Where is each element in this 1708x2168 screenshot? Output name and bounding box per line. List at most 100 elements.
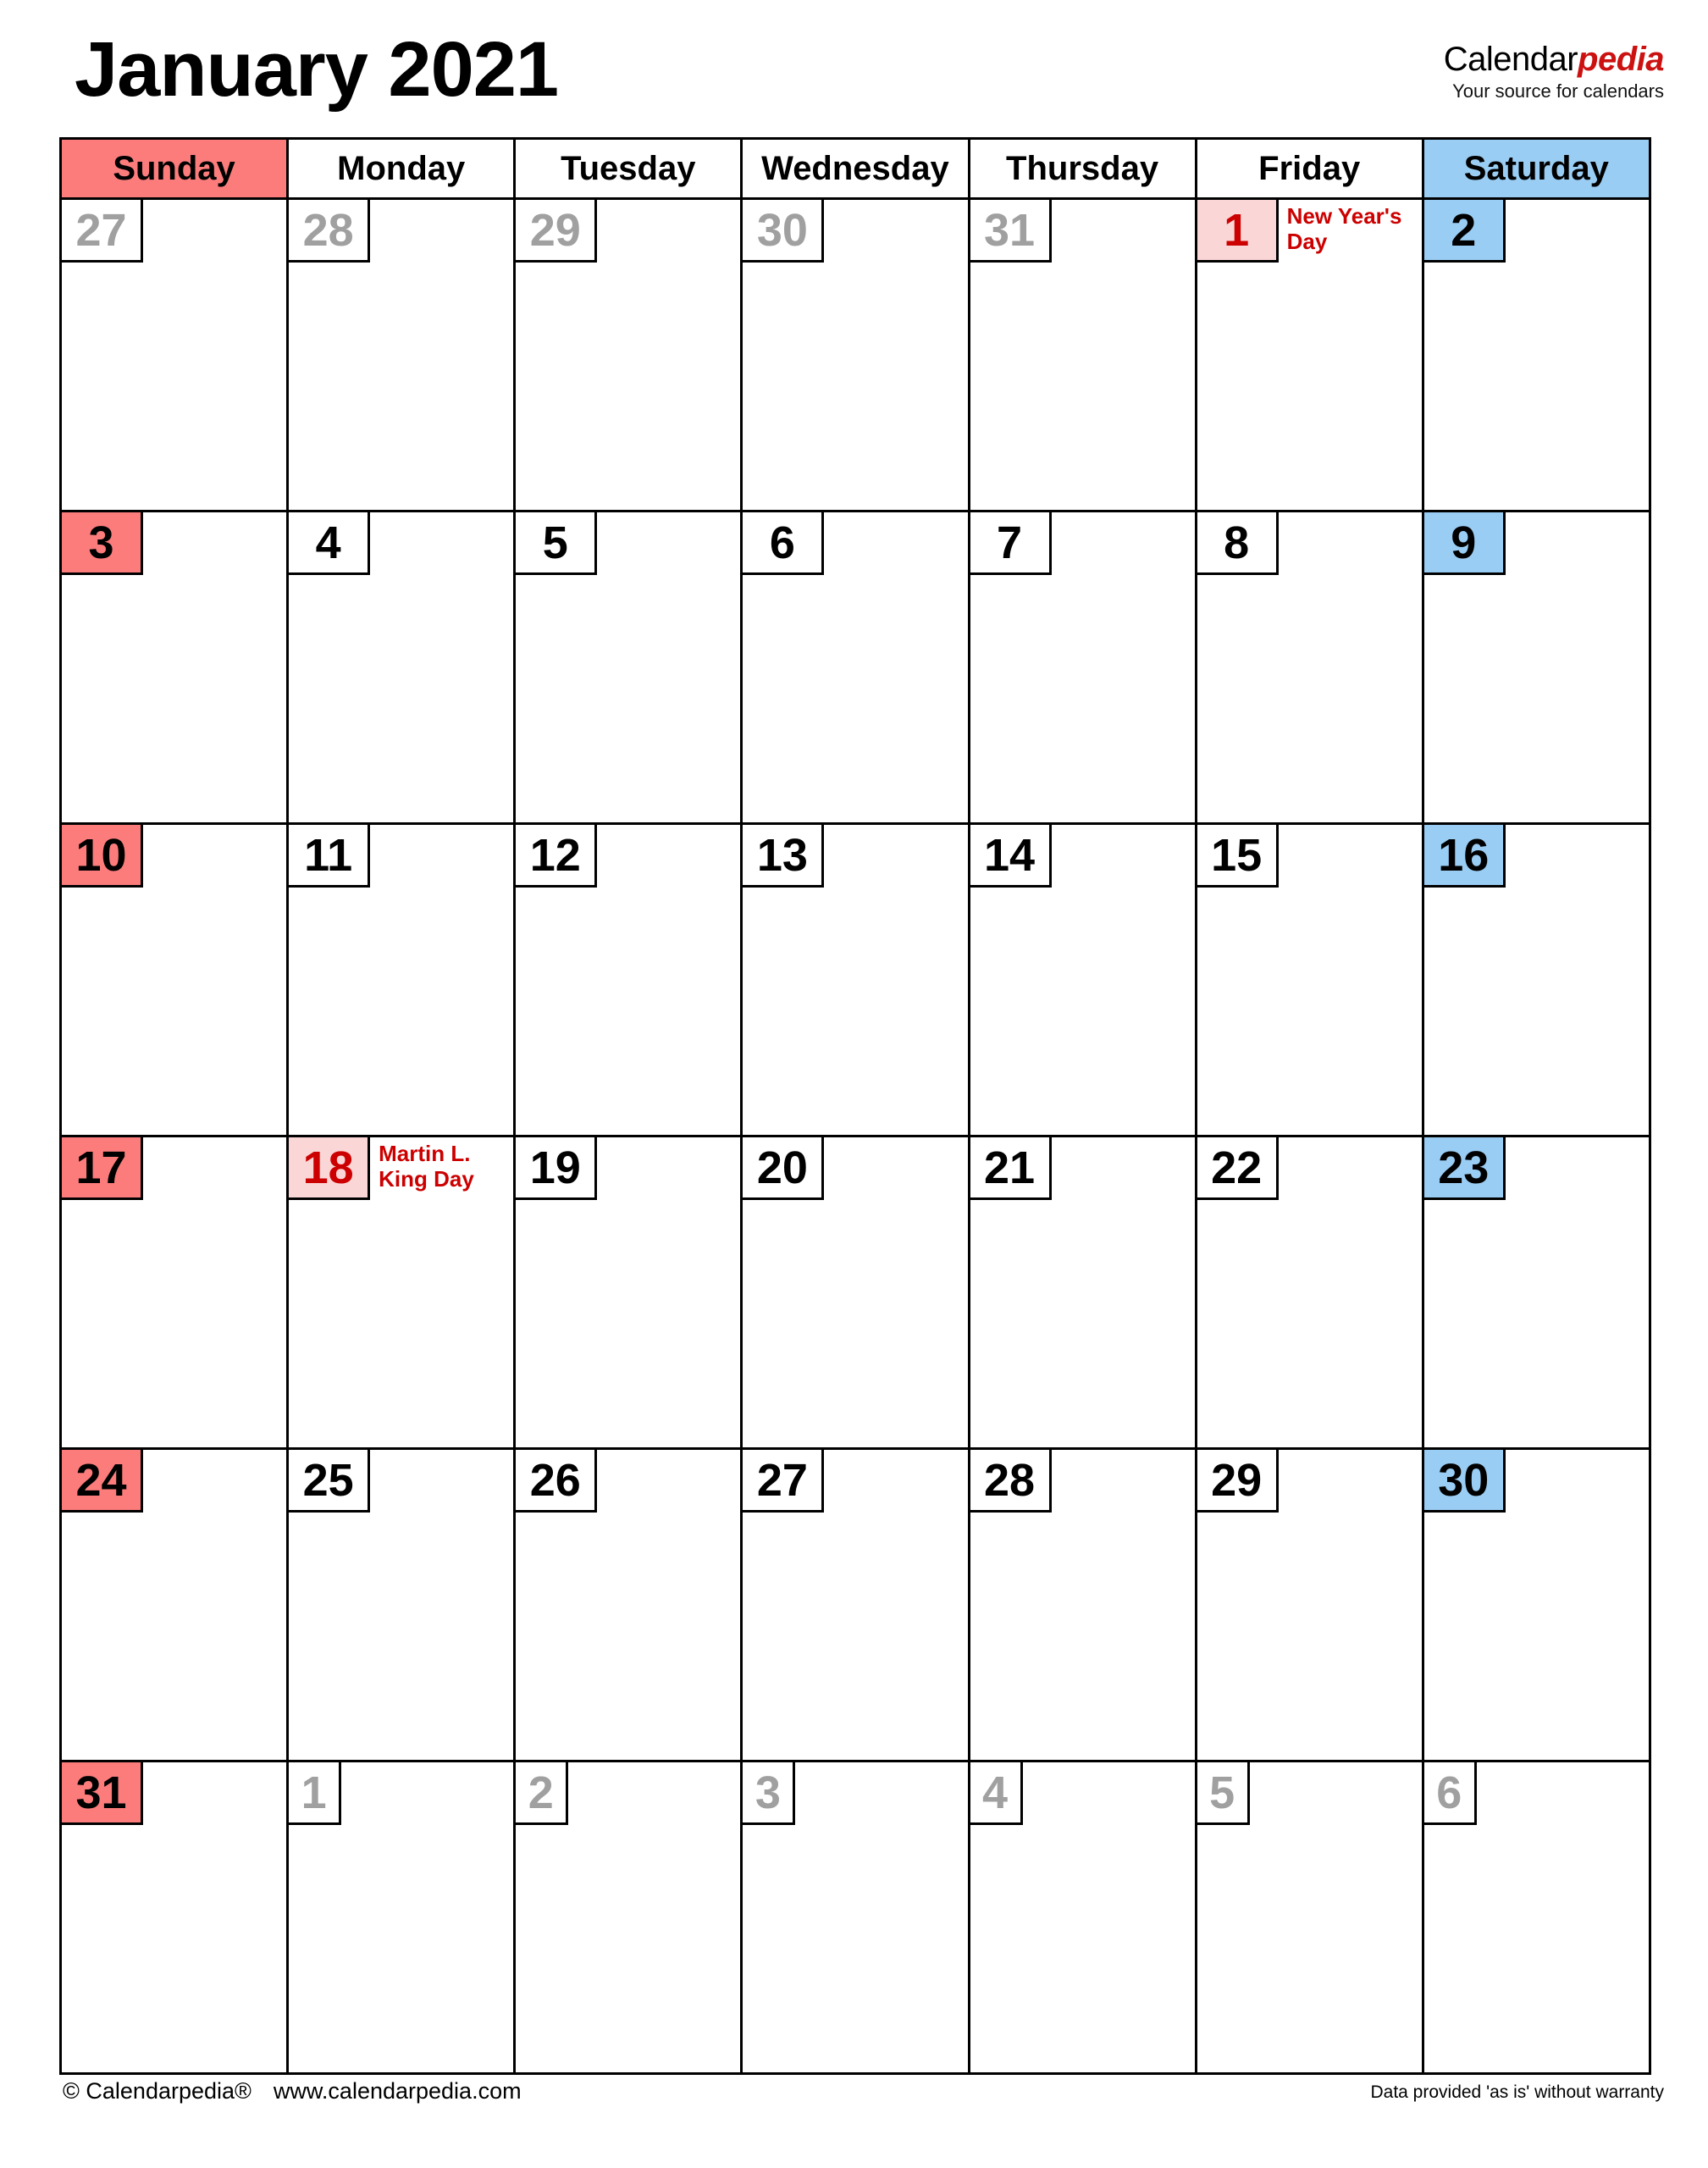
day-cell[interactable]: 14: [967, 822, 1197, 1137]
day-cell[interactable]: 22: [1194, 1135, 1424, 1450]
day-event-label: [1052, 1137, 1195, 1141]
day-event-label: [143, 1137, 286, 1141]
day-cell-content: 5: [516, 512, 740, 822]
day-cell-content: 3: [62, 512, 286, 822]
day-number: 4: [970, 1762, 1023, 1825]
day-cell[interactable]: 10: [58, 822, 290, 1137]
day-cell[interactable]: 31: [58, 1760, 290, 2075]
weekday-header-tuesday: Tuesday: [513, 137, 743, 200]
website-link[interactable]: www.calendarpedia.com: [274, 2078, 522, 2104]
day-cell[interactable]: 17: [58, 1135, 290, 1450]
day-cell-content: 7: [970, 512, 1195, 822]
day-cell-content: 23: [1423, 1137, 1649, 1447]
day-cell-content: 27: [62, 200, 286, 510]
day-cell[interactable]: 19: [513, 1135, 743, 1450]
day-number: 15: [1197, 825, 1279, 888]
day-cell-content: 30: [743, 200, 967, 510]
day-cell-content: 6: [1423, 1762, 1649, 2072]
weekday-header-saturday: Saturday: [1421, 137, 1651, 200]
day-event-label: [568, 1762, 740, 1766]
day-cell-content: 18 Martin L. King Day: [289, 1137, 513, 1447]
day-cell[interactable]: 7: [967, 510, 1197, 825]
day-cell[interactable]: 24: [58, 1447, 290, 1762]
week-row: 24 25 26 27 28 29 30: [58, 1447, 1651, 1762]
day-cell-content: 2: [516, 1762, 740, 2072]
day-cell[interactable]: 16: [1421, 822, 1651, 1137]
day-event-label: [143, 1450, 286, 1453]
day-cell[interactable]: 27: [58, 197, 290, 512]
week-row: 10 11 12 13 14 15 16: [58, 822, 1651, 1137]
day-event-label: [1506, 512, 1649, 516]
day-event-label: [370, 1450, 513, 1453]
day-number: 12: [516, 825, 598, 888]
day-cell[interactable]: 6: [1421, 1760, 1651, 2075]
day-cell[interactable]: 26: [513, 1447, 743, 1762]
day-number: 18: [289, 1137, 371, 1200]
day-cell-content: 12: [516, 825, 740, 1135]
day-cell-content: 24: [62, 1450, 286, 1760]
day-cell[interactable]: 21: [967, 1135, 1197, 1450]
day-cell[interactable]: 29: [1194, 1447, 1424, 1762]
day-cell[interactable]: 31: [967, 197, 1197, 512]
day-cell-content: 11: [289, 825, 513, 1135]
day-number: 28: [970, 1450, 1052, 1513]
day-number: 3: [743, 1762, 796, 1825]
day-cell-content: 21: [970, 1137, 1195, 1447]
day-cell[interactable]: 27: [740, 1447, 970, 1762]
day-cell[interactable]: 6: [740, 510, 970, 825]
day-number: 2: [516, 1762, 569, 1825]
day-cell[interactable]: 29: [513, 197, 743, 512]
day-cell[interactable]: 1 New Year's Day: [1194, 197, 1424, 512]
day-cell[interactable]: 4: [286, 510, 517, 825]
day-event-label: [143, 512, 286, 516]
day-number: 17: [62, 1137, 143, 1200]
weekday-header-wednesday: Wednesday: [740, 137, 970, 200]
day-event-label: [143, 200, 286, 203]
day-cell-content: 22: [1197, 1137, 1422, 1447]
day-cell[interactable]: 1: [286, 1760, 517, 2075]
week-row: 31 1 2 3 4 5 6: [58, 1760, 1651, 2075]
day-event-label: [597, 512, 740, 516]
day-cell-content: 5: [1197, 1762, 1422, 2072]
day-cell[interactable]: 5: [1194, 1760, 1424, 2075]
day-cell[interactable]: 30: [1421, 1447, 1651, 1762]
day-cell[interactable]: 3: [58, 510, 290, 825]
day-number: 3: [62, 512, 143, 575]
day-event-label: [370, 512, 513, 516]
day-cell[interactable]: 28: [967, 1447, 1197, 1762]
day-number: 6: [1423, 1762, 1477, 1825]
day-cell[interactable]: 20: [740, 1135, 970, 1450]
day-cell[interactable]: 15: [1194, 822, 1424, 1137]
day-cell[interactable]: 9: [1421, 510, 1651, 825]
footer-credit: © Calendarpedia® www.calendarpedia.com: [63, 2077, 522, 2105]
calendar-page: January 2021 Calendarpedia Your source f…: [0, 0, 1708, 2168]
day-cell[interactable]: 13: [740, 822, 970, 1137]
day-event-label: [597, 1137, 740, 1141]
day-event-label: [341, 1762, 513, 1766]
day-cell[interactable]: 3: [740, 1760, 970, 2075]
day-cell-content: 26: [516, 1450, 740, 1760]
day-cell[interactable]: 2: [513, 1760, 743, 2075]
day-number: 24: [62, 1450, 143, 1513]
day-cell[interactable]: 4: [967, 1760, 1197, 2075]
day-cell-content: 28: [289, 200, 513, 510]
day-cell[interactable]: 11: [286, 822, 517, 1137]
day-cell[interactable]: 23: [1421, 1135, 1651, 1450]
day-cell[interactable]: 30: [740, 197, 970, 512]
day-cell[interactable]: 12: [513, 822, 743, 1137]
day-cell[interactable]: 28: [286, 197, 517, 512]
day-cell[interactable]: 2: [1421, 197, 1651, 512]
day-cell-content: 1: [289, 1762, 513, 2072]
day-number: 28: [289, 200, 371, 263]
week-row: 27 28 29 30 31 1 New Year's Day 2: [58, 197, 1651, 512]
day-cell[interactable]: 18 Martin L. King Day: [286, 1135, 517, 1450]
brand-name: Calendarpedia: [1444, 41, 1665, 78]
page-footer: © Calendarpedia® www.calendarpedia.com Da…: [0, 2077, 1708, 2127]
day-cell-content: 31: [62, 1762, 286, 2072]
day-event-label: [1052, 825, 1195, 828]
day-cell[interactable]: 25: [286, 1447, 517, 1762]
day-cell[interactable]: 5: [513, 510, 743, 825]
day-number: 31: [62, 1762, 143, 1825]
copyright-text: © Calendarpedia®: [63, 2078, 252, 2104]
day-cell[interactable]: 8: [1194, 510, 1424, 825]
